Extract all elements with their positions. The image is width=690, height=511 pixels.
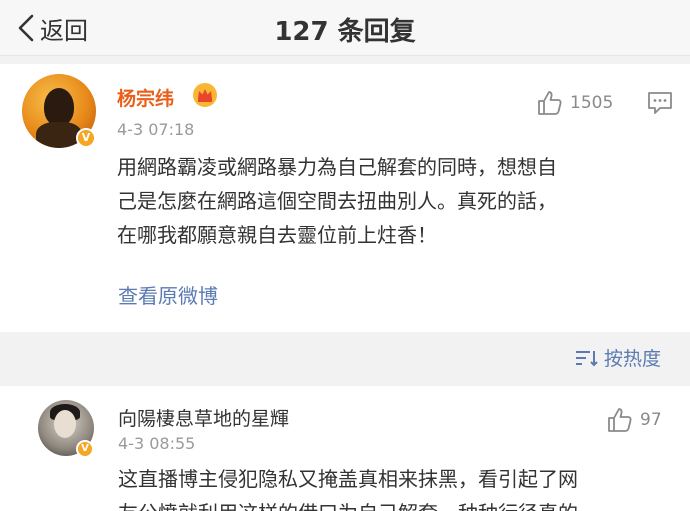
like-count: 97: [640, 410, 662, 430]
crown-badge-icon: [193, 83, 217, 107]
view-original-link[interactable]: 查看原微博: [118, 280, 218, 309]
comment-text: 这直播博主侵犯隐私又掩盖真相来抹黑，看引起了网 友公愤就利用这样的借口为自己解套…: [118, 462, 678, 511]
username[interactable]: 向陽棲息草地的星輝: [118, 404, 289, 431]
verified-badge-icon: V: [76, 440, 94, 458]
comment-text-line: 在哪我都願意親自去靈位前上炷香！: [117, 223, 437, 247]
comment-text-line: 己是怎麼在網路這個空間去扭曲別人。真死的話，: [117, 189, 557, 213]
like-count: 1505: [570, 93, 614, 113]
comment-text-line: 这直播博主侵犯隐私又掩盖真相来抹黑，看引起了网: [118, 467, 578, 491]
reply-comment-card: V 向陽棲息草地的星輝 4-3 08:55 97 这直播博主侵犯隐私又掩盖真相来…: [0, 386, 690, 511]
main-comment-card: V 杨宗纬 4-3 07:18 1505 用網路霸凌或網路暴力為自己解套的同時，…: [0, 64, 690, 332]
thumbs-up-icon: [608, 408, 632, 432]
page-title: 127 条回复: [274, 17, 416, 47]
like-button[interactable]: 1505: [536, 89, 613, 117]
comment-text-line: 友公愤就利用这样的借口为自己解套，种种行径真的: [118, 496, 678, 511]
sort-label: 按热度: [604, 348, 662, 370]
verified-badge-icon: V: [76, 128, 96, 148]
sort-by-hot-button[interactable]: 按热度: [574, 344, 661, 371]
top-nav-bar: 返回 127 条回复: [0, 0, 690, 56]
comment-icon[interactable]: [646, 89, 674, 117]
username[interactable]: 杨宗纬: [117, 84, 174, 111]
sort-icon: [576, 350, 598, 366]
comment-text-line: 用網路霸凌或網路暴力為自己解套的同時，想想自: [117, 155, 557, 179]
like-button[interactable]: 97: [606, 406, 662, 434]
comment-timestamp: 4-3 08:55: [118, 434, 196, 453]
comment-timestamp: 4-3 07:18: [117, 120, 195, 139]
comment-text: 用網路霸凌或網路暴力為自己解套的同時，想想自 己是怎麼在網路這個空間去扭曲別人。…: [117, 150, 677, 252]
thumbs-up-icon: [538, 91, 562, 115]
